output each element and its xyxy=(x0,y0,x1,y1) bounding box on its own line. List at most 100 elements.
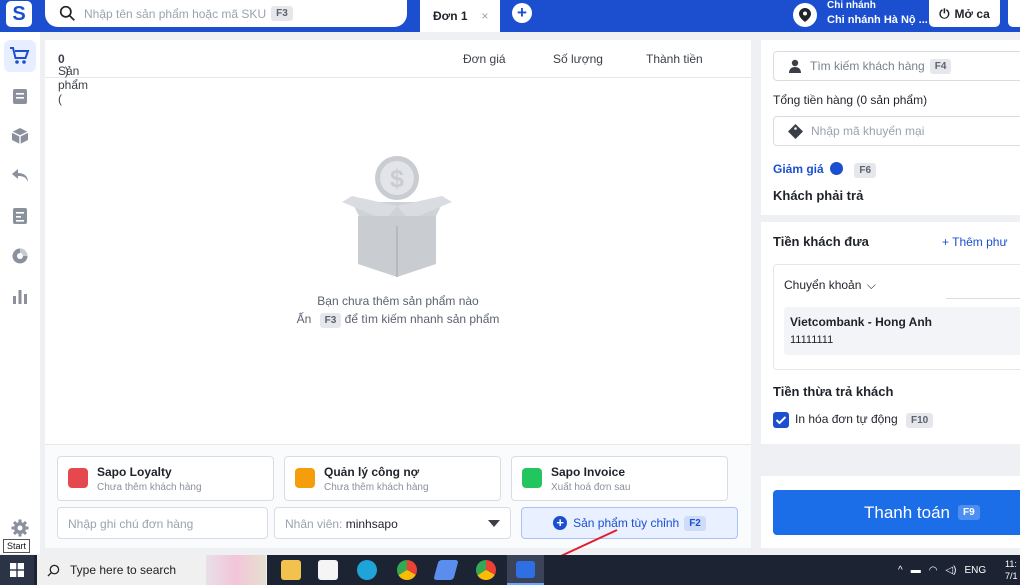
top-bar: S Nhập tên sản phẩm hoặc mã SKU F3 Đơn 1… xyxy=(0,0,1020,32)
plus-circle-icon: + xyxy=(553,516,568,530)
must-pay-label: Khách phải trả xyxy=(773,188,864,203)
sidebar-item-returns[interactable] xyxy=(4,160,36,192)
open-shift-label: Mở ca xyxy=(954,6,990,21)
branch-selector[interactable]: Chi nhánh Chi nhánh Hà Nộ ... xyxy=(827,0,928,26)
language-indicator[interactable]: ENG xyxy=(964,565,986,576)
custom-product-button[interactable]: + Sản phẩm tùy chỉnh F2 xyxy=(521,507,738,539)
sapo-pos-taskbar-button[interactable] xyxy=(507,555,544,585)
product-table-header: Sản phẩm (0) Đơn giá Số lượng Thành tiền xyxy=(45,40,751,106)
close-icon[interactable]: × xyxy=(482,9,489,23)
pay-button[interactable]: Thanh toán F9 xyxy=(773,490,1020,535)
ext-subtitle: Xuất hoá đơn sau xyxy=(551,482,631,493)
branch-value: Chi nhánh Hà Nộ ... xyxy=(827,14,928,26)
customer-search-input[interactable]: Tìm kiếm khách hàng F4 xyxy=(773,51,1020,81)
file-explorer-icon[interactable] xyxy=(281,560,301,580)
windows-taskbar: Type here to search ^ ▬ ◠ ◁) ENG 11: 7/1 xyxy=(0,555,1020,585)
location-pin-icon[interactable] xyxy=(793,3,817,27)
promo-code-input[interactable]: Nhập mã khuyến mại xyxy=(773,116,1020,146)
auto-print-label: In hóa đơn tự động F10 xyxy=(795,412,934,428)
auto-print-checkbox[interactable] xyxy=(773,412,789,428)
windows-start-button[interactable] xyxy=(0,555,34,585)
store-icon[interactable] xyxy=(318,560,338,580)
svg-text:$: $ xyxy=(390,165,404,193)
sidebar-item-reports[interactable] xyxy=(4,200,36,232)
auto-print-text: In hóa đơn tự động xyxy=(795,412,898,426)
payment-panel: Tiền khách đưa + Thêm phư Chuyển khoản ⌵… xyxy=(761,222,1020,444)
sidebar-item-statistics[interactable] xyxy=(4,280,36,312)
add-payment-method-link[interactable]: + Thêm phư xyxy=(942,235,1008,249)
pay-label: Thanh toán xyxy=(864,502,951,522)
wifi-icon[interactable]: ◠ xyxy=(929,565,938,576)
sidebar-item-cart[interactable] xyxy=(4,40,36,72)
col-product: Sản phẩm (0) xyxy=(58,52,88,106)
payment-method-select[interactable]: Chuyển khoản ⌵ xyxy=(784,278,876,293)
tab-label: Đơn 1 xyxy=(433,9,468,23)
empty-box-icon: $ xyxy=(342,156,452,277)
ext-subtitle: Chưa thêm khách hàng xyxy=(324,482,429,493)
col-quantity: Số lượng xyxy=(553,52,603,66)
open-shift-button[interactable]: ⏻ Mở ca xyxy=(929,0,1000,27)
customer-search-shortcut: F4 xyxy=(929,58,952,74)
sapo-invoice-card[interactable]: Sapo Invoice Xuất hoá đơn sau xyxy=(511,456,728,501)
sapo-loyalty-card[interactable]: Sapo Loyalty Chưa thêm khách hàng xyxy=(57,456,274,501)
col-product-prefix: Sản phẩm ( xyxy=(58,64,89,106)
volume-icon[interactable]: ◁) xyxy=(945,565,956,576)
gear-icon xyxy=(11,519,29,537)
windows-logo-icon xyxy=(10,563,24,577)
bank-account-card[interactable]: Vietcombank - Hong Anh 11111111 xyxy=(784,307,1020,355)
empty-hint-prefix: Ấn xyxy=(296,312,312,326)
add-tab-button[interactable]: + xyxy=(512,3,532,23)
bank-account-number: 11111111 xyxy=(790,334,834,346)
promo-placeholder: Nhập mã khuyến mại xyxy=(811,124,925,138)
payment-method-box: Chuyển khoản ⌵ Vietcombank - Hong Anh 11… xyxy=(773,264,1020,370)
bar-chart-icon xyxy=(13,290,27,304)
chart-pie-icon xyxy=(12,248,28,264)
edge-icon[interactable] xyxy=(357,560,377,580)
cart-icon xyxy=(10,47,30,64)
discount-label: Giảm giá xyxy=(773,162,824,176)
custom-product-shortcut: F2 xyxy=(684,515,706,531)
sapo-logo[interactable]: S xyxy=(6,1,32,27)
customer-paid-label: Tiền khách đưa xyxy=(773,234,869,249)
sidebar-item-orders[interactable] xyxy=(4,80,36,112)
staff-label: Nhân viên: xyxy=(285,517,343,531)
custom-product-label: Sản phẩm tùy chỉnh xyxy=(573,516,680,530)
notepad-icon[interactable] xyxy=(433,560,459,580)
search-highlight-image xyxy=(206,555,266,585)
sidebar-item-products[interactable] xyxy=(4,120,36,152)
empty-title: Bạn chưa thêm sản phẩm nào xyxy=(317,294,479,308)
staff-select[interactable]: Nhân viên: minhsapo xyxy=(274,507,511,539)
chrome-profile-icon[interactable] xyxy=(476,560,496,580)
system-clock[interactable]: 11: 7/1 xyxy=(1005,558,1018,582)
product-search-input[interactable]: Nhập tên sản phẩm hoặc mã SKU F3 xyxy=(45,0,407,27)
topbar-menu[interactable] xyxy=(1008,0,1020,27)
left-sidebar xyxy=(0,32,40,554)
discount-link[interactable]: Giảm giá F6 xyxy=(773,162,877,178)
taskbar-search-placeholder: Type here to search xyxy=(70,563,177,577)
discount-settings-icon xyxy=(830,162,844,176)
chrome-icon[interactable] xyxy=(397,560,417,580)
clock-time: 11: xyxy=(1005,559,1017,569)
power-icon: ⏻ xyxy=(939,5,950,21)
chevron-up-icon[interactable]: ^ xyxy=(898,565,903,576)
sapo-pos-icon xyxy=(516,561,535,578)
debt-management-card[interactable]: Quản lý công nợ Chưa thêm khách hàng xyxy=(284,456,501,501)
ext-subtitle: Chưa thêm khách hàng xyxy=(97,482,202,493)
empty-hint-shortcut: F3 xyxy=(319,313,342,328)
branch-label: Chi nhánh xyxy=(827,0,876,11)
tab-order-1[interactable]: Đơn 1 × xyxy=(420,0,500,32)
empty-hint-suffix: để tìm kiếm nhanh sản phẩm xyxy=(344,312,500,326)
pay-shortcut: F9 xyxy=(958,505,980,520)
return-icon xyxy=(12,169,28,182)
ext-title: Quản lý công nợ xyxy=(324,465,420,479)
battery-icon[interactable]: ▬ xyxy=(911,565,921,576)
checkout-summary-panel: Tìm kiếm khách hàng F4 Tổng tiền hàng (0… xyxy=(761,40,1020,215)
search-icon xyxy=(47,564,60,577)
customer-search-placeholder: Tìm kiếm khách hàng xyxy=(810,59,925,73)
staff-value: minhsapo xyxy=(345,517,398,531)
auto-print-shortcut: F10 xyxy=(906,413,934,428)
order-note-input[interactable]: Nhập ghi chú đơn hàng xyxy=(57,507,268,539)
amount-input[interactable] xyxy=(946,298,1020,299)
sidebar-item-analytics[interactable] xyxy=(4,240,36,272)
col-price: Đơn giá xyxy=(463,52,506,66)
